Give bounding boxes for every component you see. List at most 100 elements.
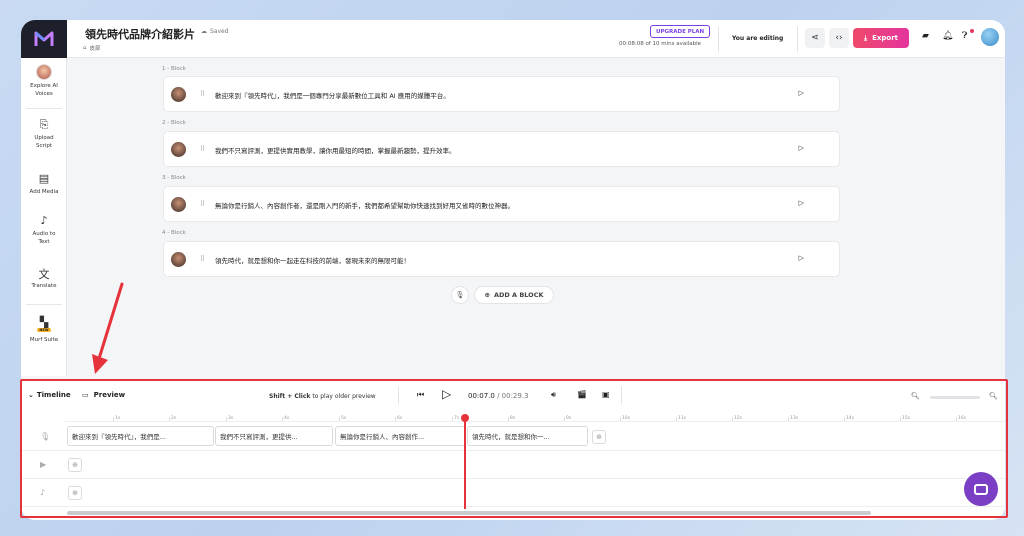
add-music-button[interactable]: ⊕ — [68, 486, 82, 500]
play-icon[interactable]: ▷ — [799, 199, 804, 207]
add-block-button[interactable]: ⊕ ADD A BLOCK — [474, 286, 554, 304]
subtitles-icon[interactable]: ▣ — [602, 390, 610, 399]
voice-avatar[interactable] — [171, 197, 186, 212]
voice-track: 🎙︎ 歡迎來到『領先時代』，我們是... 我們不只寫評測，更提供... 無論你是… — [21, 423, 1005, 451]
block-number: 1 - Block — [162, 66, 186, 72]
clapper-icon[interactable]: 🎬︎ — [577, 390, 587, 399]
ruler-tick: 13s — [787, 416, 799, 421]
timeline-clip[interactable]: 我們不只寫評測，更提供... — [215, 426, 333, 446]
bell-icon[interactable]: 🔔︎ — [942, 31, 953, 41]
volume-icon[interactable]: 🔊︎ — [551, 390, 556, 400]
project-title[interactable]: 領先時代品牌介紹影片 — [85, 26, 195, 42]
timeline-clip[interactable]: 無論你是行銷人、內容創作... — [335, 426, 466, 446]
ruler-tick: 15s — [899, 416, 911, 421]
play-icon[interactable]: ▷ — [442, 387, 451, 401]
divider — [26, 108, 62, 109]
divider — [621, 386, 622, 404]
drag-handle-icon[interactable]: ⠿ — [200, 255, 205, 263]
breadcrumb-label: 皮部 — [89, 46, 101, 52]
ruler-tick: 11s — [675, 416, 687, 421]
block-number: 3 - Block — [162, 175, 186, 181]
sidebar-item-add-media[interactable]: ▤ Add Media — [21, 172, 67, 196]
divider — [398, 386, 399, 404]
sidebar: Explore AI Voices ⎘ Upload Script ▤ Add … — [21, 58, 67, 376]
ruler-tick: 8s — [507, 416, 516, 421]
saved-status: ☁ Saved — [201, 28, 229, 35]
drag-handle-icon[interactable]: ⠿ — [200, 200, 205, 208]
voice-avatar[interactable] — [171, 252, 186, 267]
sidebar-item-explore-ai-voices[interactable]: Explore AI Voices — [21, 64, 67, 98]
sidebar-item-translate[interactable]: 文 Translate — [21, 266, 67, 290]
top-bar: 領先時代品牌介紹影片 ☁ Saved ⌂ 皮部 UPGRADE PLAN 00:… — [21, 20, 1005, 58]
chat-icon[interactable] — [964, 472, 998, 506]
block-text[interactable]: 領先時代，就是想和你一起走在科技的前端，發現未來的無限可能！ — [215, 255, 410, 265]
export-button[interactable]: ⤓ Export — [853, 28, 909, 48]
divider — [797, 26, 798, 52]
avatar[interactable] — [981, 28, 999, 46]
script-block[interactable]: ⠿ 我們不只寫評測，更提供實用教學，讓你用最短的時間，掌握最新趨勢，提升效率。 … — [163, 131, 840, 167]
current-time: 00:07.0 — [468, 392, 495, 400]
breadcrumb[interactable]: ⌂ 皮部 — [83, 44, 101, 52]
murf-logo-icon[interactable] — [21, 20, 67, 58]
code-icon[interactable]: ‹› — [829, 28, 849, 48]
play-icon[interactable]: ▷ — [799, 254, 804, 262]
playhead[interactable] — [464, 417, 466, 509]
download-icon: ⤓ — [863, 33, 868, 42]
help-icon[interactable]: ❓︎ — [962, 31, 967, 41]
notification-dot — [970, 29, 974, 33]
zoom-out-icon[interactable]: 🔍︎ — [911, 392, 920, 400]
block-text[interactable]: 歡迎來到『領先時代』，我們是一個專門分享最新數位工具和 AI 應用的媒體平台。 — [215, 90, 450, 100]
drag-handle-icon[interactable]: ⠿ — [200, 145, 205, 153]
ruler-tick: 4s — [281, 416, 290, 421]
voice-avatar[interactable] — [171, 87, 186, 102]
annotation-arrow-icon — [92, 282, 124, 374]
hint-shortcut: Shift + Click — [269, 393, 311, 400]
sidebar-item-label: Audio to Text — [32, 231, 56, 245]
sidebar-item-audio-to-text[interactable]: ♪ Audio to Text — [21, 214, 67, 246]
ruler-tick: 2s — [168, 416, 177, 421]
zoom-in-icon[interactable]: 🔍︎ — [989, 392, 998, 400]
play-icon[interactable]: ▷ — [799, 89, 804, 97]
add-clip-button[interactable]: ⊕ — [592, 430, 606, 444]
hint-text: to play older preview — [310, 393, 376, 400]
add-video-button[interactable]: ⊕ — [68, 458, 82, 472]
timeline-toggle[interactable]: ⌄ Timeline — [28, 391, 71, 399]
music-track: ♪ ⊕ — [21, 479, 1005, 507]
timeline-clip[interactable]: 歡迎來到『領先時代』，我們是... — [67, 426, 214, 446]
upgrade-plan-button[interactable]: UPGRADE PLAN — [650, 25, 711, 38]
script-block[interactable]: ⠿ 領先時代，就是想和你一起走在科技的前端，發現未來的無限可能！ ▷ — [163, 241, 840, 277]
voice-avatar[interactable] — [171, 142, 186, 157]
sidebar-item-upload-script[interactable]: ⎘ Upload Script — [21, 118, 67, 150]
share-icon[interactable]: ⋖ — [805, 28, 825, 48]
preview-button[interactable]: ▭ Preview — [82, 391, 125, 399]
mic-icon[interactable]: 🎙︎ — [451, 286, 469, 304]
script-block[interactable]: ⠿ 歡迎來到『領先時代』，我們是一個專門分享最新數位工具和 AI 應用的媒體平台… — [163, 76, 840, 112]
drag-handle-icon[interactable]: ⠿ — [200, 90, 205, 98]
video-track: ▶ ⊕ — [21, 451, 1005, 479]
editing-status: You are editing — [732, 35, 784, 42]
block-text[interactable]: 無論你是行銷人、內容創作者，還是剛入門的新手，我們都希望幫助你快速找到好用又省時… — [215, 200, 514, 210]
skip-back-icon[interactable]: ⏮︎ — [417, 390, 424, 400]
timeline-clip[interactable]: 領先時代，就是想和你一... — [467, 426, 588, 446]
script-block[interactable]: ⠿ 無論你是行銷人、內容創作者，還是剛入門的新手，我們都希望幫助你快速找到好用又… — [163, 186, 840, 222]
zoom-slider[interactable] — [930, 396, 980, 399]
block-text[interactable]: 我們不只寫評測，更提供實用教學，讓你用最短的時間，掌握最新趨勢，提升效率。 — [215, 145, 456, 155]
ruler-tick: 9s — [563, 416, 572, 421]
time-ruler[interactable]: 1s 2s 3s 4s 5s 6s 7s 8s 9s 10s 11s 12s 1… — [65, 412, 1005, 422]
add-block-label: ADD A BLOCK — [493, 291, 544, 299]
comment-icon[interactable]: ▰ — [922, 31, 929, 41]
sidebar-item-label: Translate — [31, 283, 57, 289]
sidebar-item-label: Upload Script — [34, 135, 54, 149]
ruler-tick: 1s — [112, 416, 121, 421]
saved-label: Saved — [210, 28, 229, 35]
ruler-tick: 14s — [843, 416, 855, 421]
timeline-panel: ⌄ Timeline ▭ Preview Shift + Click to pl… — [21, 379, 1005, 520]
play-icon[interactable]: ▷ — [799, 144, 804, 152]
sidebar-item-murf-suite[interactable]: ▚ NEW Murf Suite — [21, 316, 67, 344]
total-time: / 00:29.3 — [494, 392, 529, 400]
horizontal-scrollbar[interactable] — [67, 511, 871, 515]
chevron-down-icon: ⌄ — [28, 391, 34, 399]
app-window: 領先時代品牌介紹影片 ☁ Saved ⌂ 皮部 UPGRADE PLAN 00:… — [21, 20, 1005, 520]
ruler-tick: 7s — [451, 416, 460, 421]
block-number: 2 - Block — [162, 120, 186, 126]
